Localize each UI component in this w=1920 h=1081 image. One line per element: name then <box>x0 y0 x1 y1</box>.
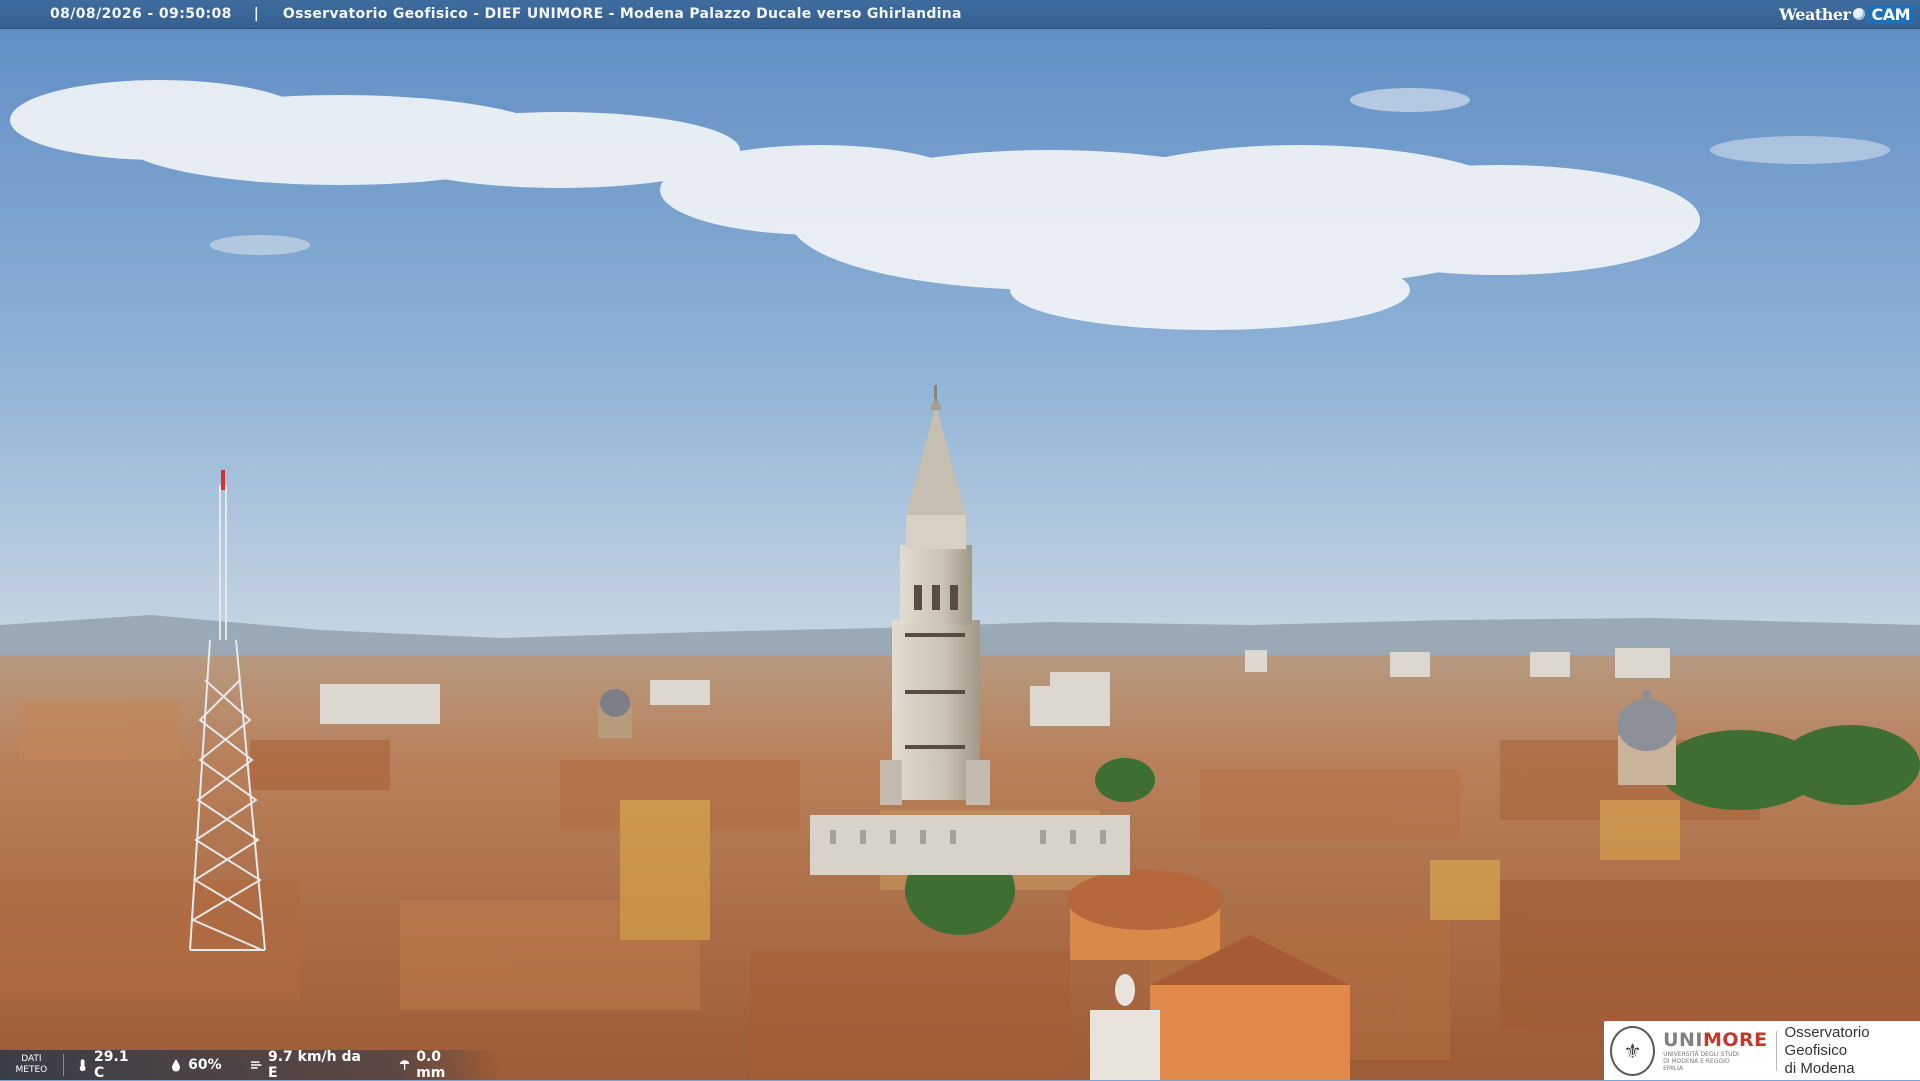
meteo-wind: 9.7 km/h da E <box>250 1049 370 1081</box>
meteo-strip: DATI METEO 29.1 C 60% 9.7 km/h da E 0.0 … <box>0 1049 500 1081</box>
unimore-wordmark: UNIMORE UNIVERSITÀ DEGLI STUDI DI MODENA… <box>1663 1029 1768 1072</box>
weathercam-word: Weather <box>1779 4 1851 24</box>
drop-icon <box>1853 8 1866 20</box>
palazzo-facade <box>810 815 1130 875</box>
wind-icon <box>250 1061 262 1069</box>
meteo-temperature: 29.1 C <box>76 1049 141 1081</box>
weathercam-cam: CAM <box>1867 4 1914 24</box>
unimore-subtitle: UNIVERSITÀ DEGLI STUDI DI MODENA E REGGI… <box>1663 1051 1739 1072</box>
timestamp: 08/08/2026 - 09:50:08 <box>50 6 232 22</box>
university-seal-icon: ⚜ <box>1610 1025 1656 1076</box>
small-dome <box>598 689 632 738</box>
camera-location: Osservatorio Geofisico - DIEF UNIMORE - … <box>282 6 962 22</box>
thermometer-icon <box>79 1059 86 1072</box>
meteo-label: DATI METEO <box>0 1054 64 1076</box>
unimore-logo-panel: ⚜ UNIMORE UNIVERSITÀ DEGLI STUDI DI MODE… <box>1604 1021 1920 1080</box>
humidity-drop-icon <box>172 1059 181 1072</box>
weathercam-logo: Weather CAM <box>1779 3 1914 25</box>
webcam-view <box>0 0 1920 1080</box>
meteo-humidity: 60% <box>169 1057 222 1073</box>
caption-bar: 08/08/2026 - 09:50:08 | Osservatorio Geo… <box>0 0 1920 29</box>
meteo-rain: 0.0 mm <box>398 1049 472 1081</box>
logo-divider <box>1775 1030 1777 1071</box>
observatory-name: Osservatorio Geofisico di Modena <box>1784 1023 1870 1077</box>
rain-gauge-icon <box>399 1060 410 1070</box>
separator: | <box>253 6 259 22</box>
